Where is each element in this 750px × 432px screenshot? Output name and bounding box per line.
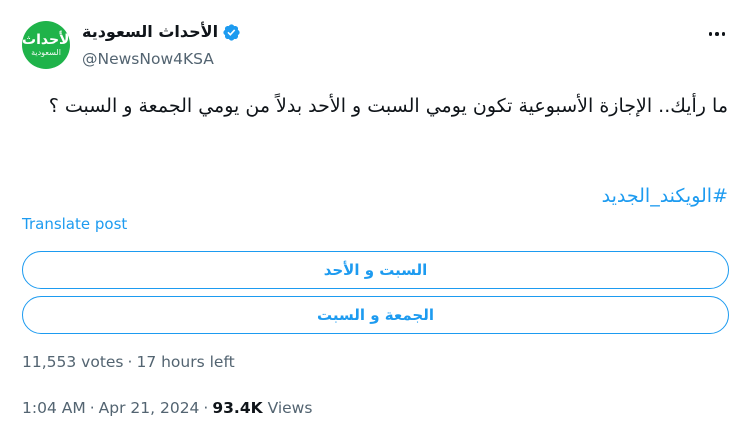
more-dot-icon — [708, 32, 713, 36]
tweet-time[interactable]: 1:04 AM — [22, 399, 86, 417]
views-label: Views — [267, 399, 313, 417]
more-dot-icon — [715, 32, 719, 36]
avatar-logo-subtext: السعودية — [31, 48, 61, 57]
more-options-button[interactable] — [706, 24, 728, 44]
poll-option-label: الجمعة و السبت — [316, 306, 434, 324]
separator: · — [89, 399, 95, 417]
poll-votes: 11,553 votes — [22, 353, 124, 371]
separator: · — [127, 353, 133, 371]
author-handle[interactable]: @NewsNow4KSA — [82, 49, 214, 69]
tweet-date[interactable]: Apr 21, 2024 — [99, 399, 200, 417]
hashtag-link[interactable]: #الويكند_الجديد — [602, 182, 728, 210]
poll-status: 11,553 votes · 17 hours left — [22, 352, 235, 372]
poll-option-2[interactable]: الجمعة و السبت — [22, 296, 729, 334]
verified-badge-icon — [223, 23, 240, 41]
separator: · — [203, 399, 209, 417]
tweet-text: ما رأيك.. الإجازة الأسبوعية تكون يومي ال… — [48, 95, 728, 117]
translate-post-link[interactable]: Translate post — [22, 214, 127, 234]
avatar-logo-text: الأحداث — [22, 32, 70, 48]
views-count[interactable]: 93.4K — [212, 399, 262, 417]
tweet-metadata: 1:04 AM · Apr 21, 2024 · 93.4K Views — [22, 398, 312, 418]
avatar[interactable]: الأحداث السعودية — [22, 21, 70, 69]
poll-time-left: 17 hours left — [136, 353, 235, 371]
author-display-name[interactable]: الأحداث السعودية — [82, 21, 218, 43]
author-name-row[interactable]: الأحداث السعودية — [82, 21, 241, 43]
more-dot-icon — [721, 32, 726, 36]
poll-option-1[interactable]: السبت و الأحد — [22, 251, 729, 289]
poll-option-label: السبت و الأحد — [323, 261, 428, 279]
